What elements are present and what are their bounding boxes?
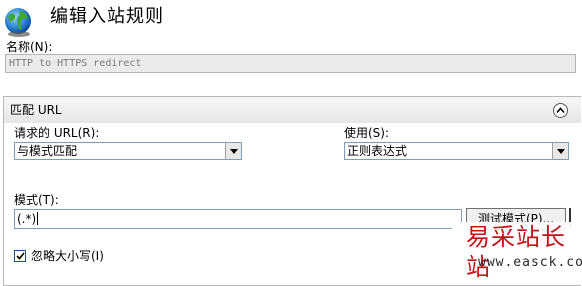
- text-caret: [37, 212, 39, 225]
- globe-icon: [3, 6, 37, 38]
- dropdown-arrow-icon: [225, 143, 241, 159]
- requested-url-select[interactable]: 与模式匹配: [14, 142, 242, 160]
- watermark-text: 易采站长站: [466, 223, 566, 281]
- pattern-label: 模式(T):: [14, 193, 59, 207]
- using-select[interactable]: 正则表达式: [344, 142, 569, 160]
- watermark-url: www.easck.com: [478, 255, 582, 270]
- ignore-case-label: 忽略大小写(I): [31, 249, 104, 263]
- name-label: 名称(N):: [6, 40, 53, 54]
- using-label: 使用(S):: [344, 126, 390, 140]
- dialog-title: 编辑入站规则: [50, 6, 164, 27]
- requested-url-label: 请求的 URL(R):: [14, 126, 100, 140]
- requested-url-value: 与模式匹配: [17, 144, 78, 158]
- watermark: 易采站长站 www.easck.com: [452, 222, 582, 281]
- dropdown-arrow-icon: [552, 143, 568, 159]
- chevron-up-icon[interactable]: [553, 103, 568, 118]
- pattern-value: (.*): [17, 212, 37, 226]
- match-url-header[interactable]: [4, 97, 581, 123]
- ignore-case-checkbox[interactable]: [14, 250, 26, 262]
- match-url-title: 匹配 URL: [10, 103, 62, 117]
- pattern-input[interactable]: (.*): [14, 209, 462, 229]
- using-value: 正则表达式: [347, 144, 408, 158]
- name-field[interactable]: HTTP to HTTPS redirect: [5, 54, 576, 73]
